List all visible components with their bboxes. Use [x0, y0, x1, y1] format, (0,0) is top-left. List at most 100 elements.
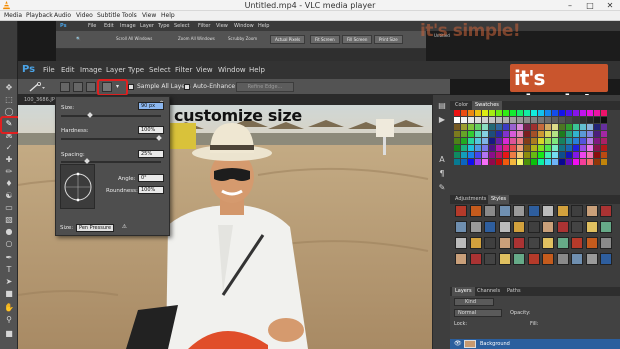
swatch[interactable]	[496, 117, 502, 123]
style-thumbnail[interactable]	[542, 205, 554, 217]
swatch[interactable]	[587, 145, 593, 151]
swatch[interactable]	[461, 138, 467, 144]
clone-stamp-tool-icon[interactable]: ♦	[3, 179, 15, 189]
swatch[interactable]	[524, 152, 530, 158]
swatch[interactable]	[587, 117, 593, 123]
swatch[interactable]	[475, 117, 481, 123]
swatch[interactable]	[573, 152, 579, 158]
swatch[interactable]	[489, 152, 495, 158]
style-thumbnail[interactable]	[556, 253, 569, 265]
swatch[interactable]	[489, 145, 495, 151]
tab-styles[interactable]: Styles	[488, 195, 510, 204]
menu-edit[interactable]: Edit	[61, 61, 75, 79]
style-thumbnail[interactable]	[571, 205, 583, 217]
paragraph-panel-icon[interactable]: ¶	[437, 169, 447, 179]
hand-tool-icon[interactable]: ✋	[3, 303, 15, 313]
styles-grid[interactable]	[455, 205, 617, 275]
swatch[interactable]	[538, 152, 544, 158]
menu-window[interactable]: Window	[218, 61, 246, 79]
swatch[interactable]	[503, 159, 509, 165]
menu-help[interactable]: Help	[249, 61, 265, 79]
style-thumbnail[interactable]	[542, 253, 554, 265]
swatch[interactable]	[482, 131, 488, 137]
style-thumbnail[interactable]	[498, 205, 511, 217]
swatch[interactable]	[580, 145, 586, 151]
swatch[interactable]	[517, 110, 523, 116]
print-size-button[interactable]: Print Size	[374, 35, 403, 44]
quick-selection-tool-icon[interactable]	[28, 82, 46, 92]
style-thumbnail[interactable]	[498, 237, 511, 249]
swatch[interactable]	[573, 131, 579, 137]
ps-small-menu-image[interactable]: Image	[120, 21, 136, 31]
history-panel-icon[interactable]: ▤	[437, 101, 447, 111]
swatch[interactable]	[461, 145, 467, 151]
swatches-grid[interactable]	[454, 110, 616, 188]
swatch[interactable]	[538, 110, 544, 116]
refine-edge-button[interactable]: Refine Edge...	[236, 82, 294, 92]
swatch[interactable]	[566, 117, 572, 123]
swatch[interactable]	[559, 110, 565, 116]
roundness-value-input[interactable]: 100%	[138, 186, 164, 194]
swatch[interactable]	[482, 159, 488, 165]
swatch[interactable]	[489, 131, 495, 137]
swatch[interactable]	[510, 117, 516, 123]
swatch[interactable]	[566, 124, 572, 130]
swatch[interactable]	[517, 152, 523, 158]
swatch[interactable]	[524, 159, 530, 165]
swatch[interactable]	[468, 145, 474, 151]
swatch[interactable]	[566, 152, 572, 158]
swatch[interactable]	[468, 159, 474, 165]
swatch[interactable]	[503, 110, 509, 116]
brush-tool-icon[interactable]: ✏	[3, 167, 15, 177]
swatch[interactable]	[517, 138, 523, 144]
swatch[interactable]	[503, 117, 509, 123]
swatch[interactable]	[566, 145, 572, 151]
swatch[interactable]	[510, 145, 516, 151]
new-selection-icon[interactable]	[60, 82, 70, 92]
swatch[interactable]	[580, 159, 586, 165]
menu-playback[interactable]: Playback	[26, 11, 53, 21]
style-thumbnail[interactable]	[600, 253, 612, 265]
swatch[interactable]	[566, 138, 572, 144]
zoom-tool-icon[interactable]: ⚲	[3, 315, 15, 325]
swatch[interactable]	[503, 145, 509, 151]
swatch[interactable]	[510, 110, 516, 116]
swatch[interactable]	[475, 131, 481, 137]
swatch[interactable]	[601, 117, 607, 123]
swatch[interactable]	[538, 124, 544, 130]
maximize-button[interactable]: □	[580, 0, 600, 11]
style-thumbnail[interactable]	[484, 237, 496, 249]
swatch[interactable]	[580, 110, 586, 116]
swatch[interactable]	[510, 131, 516, 137]
brush-panel-icon[interactable]: ✎	[437, 183, 447, 193]
swatch[interactable]	[587, 138, 593, 144]
swatch[interactable]	[594, 145, 600, 151]
ps-small-menu-filter[interactable]: Filter	[198, 21, 210, 31]
hardness-slider[interactable]	[61, 138, 161, 140]
history-brush-tool-icon[interactable]: ☯	[3, 191, 15, 201]
path-selection-tool-icon[interactable]: ➤	[3, 277, 15, 287]
add-selection-icon[interactable]	[73, 82, 83, 92]
swatch[interactable]	[461, 117, 467, 123]
swatch[interactable]	[454, 117, 460, 123]
swatch[interactable]	[475, 159, 481, 165]
swatch[interactable]	[475, 110, 481, 116]
tab-layers[interactable]: Layers	[452, 287, 475, 296]
swatch[interactable]	[510, 152, 516, 158]
style-thumbnail[interactable]	[498, 221, 511, 233]
swatch[interactable]	[524, 124, 530, 130]
swatch[interactable]	[587, 159, 593, 165]
swatch[interactable]	[468, 110, 474, 116]
style-thumbnail[interactable]	[484, 205, 496, 217]
swatch[interactable]	[489, 110, 495, 116]
swatch[interactable]	[510, 124, 516, 130]
eraser-tool-icon[interactable]: ▭	[3, 203, 15, 213]
swatch[interactable]	[587, 131, 593, 137]
gradient-tool-icon[interactable]: ▧	[3, 215, 15, 225]
swatch[interactable]	[489, 159, 495, 165]
swatch[interactable]	[545, 110, 551, 116]
swatch[interactable]	[454, 138, 460, 144]
menu-tools[interactable]: Tools	[122, 11, 137, 21]
character-panel-icon[interactable]: A	[437, 155, 447, 165]
spacing-slider[interactable]	[61, 161, 161, 163]
